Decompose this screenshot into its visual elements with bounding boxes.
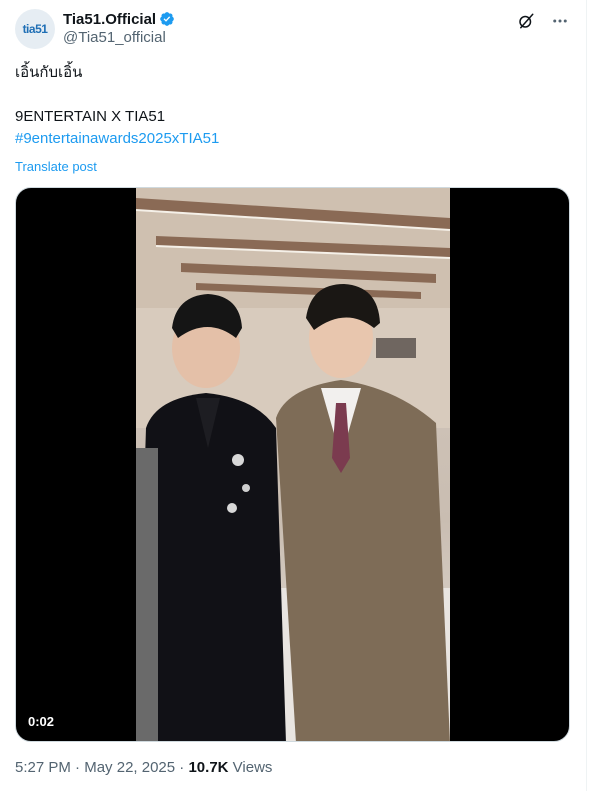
post-text: เอิ้นกับเอิ้น 9ENTERTAIN X TIA51 #9enter… (15, 62, 571, 150)
tweet-header: tia51 Tia51.Official @Tia51_official (15, 8, 571, 50)
name-row: Tia51.Official (63, 9, 175, 29)
verified-badge-icon (160, 12, 174, 26)
hashtag-link[interactable]: #9entertainawards2025xTIA51 (15, 128, 571, 150)
video-duration: 0:02 (28, 714, 55, 729)
display-name[interactable]: Tia51.Official (63, 11, 156, 28)
tweet: tia51 Tia51.Official @Tia51_official เอิ… (0, 0, 587, 791)
views-label: Views (232, 759, 273, 776)
translate-post-link[interactable]: Translate post (15, 159, 97, 174)
meta-separator-2: · (179, 759, 185, 776)
handle[interactable]: @Tia51_official (63, 29, 175, 46)
author-names: Tia51.Official @Tia51_official (63, 9, 175, 46)
post-meta: 5:27 PM · May 22, 2025 · 10.7K Views (15, 759, 272, 776)
post-line-2: 9ENTERTAIN X TIA51 (15, 108, 166, 125)
grok-icon[interactable] (515, 10, 537, 32)
more-icon[interactable] (549, 10, 571, 32)
post-date[interactable]: May 22, 2025 (84, 759, 175, 776)
meta-separator: · (75, 759, 81, 776)
views-count: 10.7K (188, 759, 229, 776)
video-frame (136, 188, 450, 741)
avatar-text: tia51 (22, 22, 48, 36)
post-time[interactable]: 5:27 PM (15, 759, 71, 776)
video-player[interactable]: 0:02 (15, 187, 570, 742)
post-line-1: เอิ้นกับเอิ้น (15, 64, 83, 81)
header-actions (515, 10, 571, 32)
video-still-image (136, 188, 450, 741)
avatar[interactable]: tia51 (15, 9, 55, 49)
